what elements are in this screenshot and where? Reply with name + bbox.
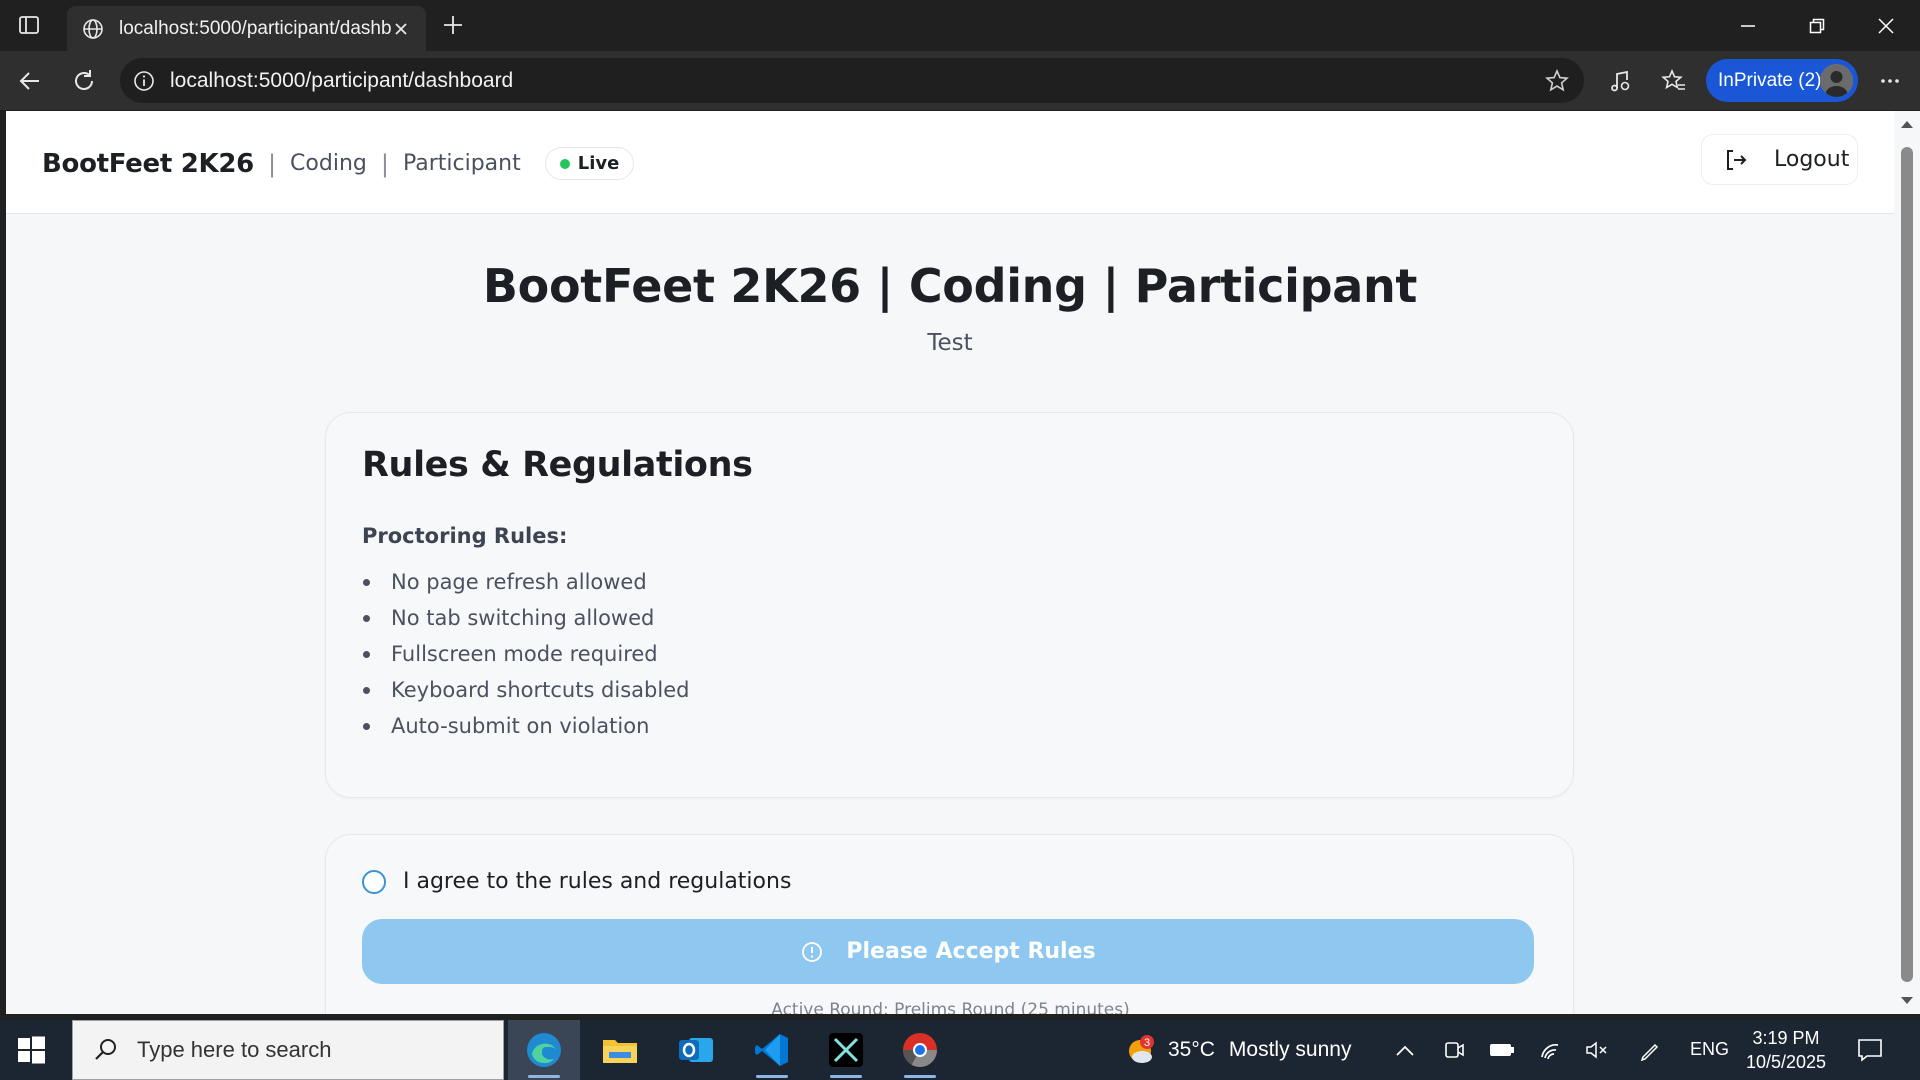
close-window-icon[interactable] <box>1851 0 1920 51</box>
volume-muted-icon[interactable] <box>1584 1037 1610 1063</box>
windows-start-icon[interactable] <box>16 1035 46 1065</box>
list-item: Keyboard shortcuts disabled <box>362 672 689 708</box>
clock-time: 3:19 PM <box>1752 1028 1820 1048</box>
agree-checkbox[interactable] <box>362 869 386 894</box>
notifications-icon[interactable] <box>1857 1037 1883 1063</box>
list-item: No tab switching allowed <box>362 600 689 636</box>
media-control-icon[interactable] <box>1604 65 1636 97</box>
taskbar-vscode-icon[interactable] <box>736 1020 808 1080</box>
live-dot-icon <box>559 158 570 169</box>
page-subtitle: Test <box>927 330 973 356</box>
breadcrumb-role: Participant <box>402 151 521 176</box>
logout-button[interactable]: Logout <box>1701 134 1858 185</box>
scroll-down-icon[interactable] <box>1900 996 1914 1006</box>
taskbar-outlook-icon[interactable] <box>660 1020 732 1080</box>
live-label: Live <box>577 153 620 174</box>
taskbar-edge-icon[interactable] <box>508 1020 580 1080</box>
scroll-up-icon[interactable] <box>1900 119 1914 129</box>
breadcrumb: BootFeet 2K26 | Coding | Participant Liv… <box>42 147 635 180</box>
back-icon[interactable] <box>14 65 46 97</box>
browser-tab-bar: localhost:5000/participant/dashboard <box>0 0 1920 51</box>
address-bar-row: localhost:5000/participant/dashboard InP… <box>0 51 1920 110</box>
taskbar-chrome-dev-icon[interactable] <box>884 1020 956 1080</box>
tab-actions-icon[interactable] <box>14 10 44 40</box>
scrollbar-thumb[interactable] <box>1901 147 1913 982</box>
windows-taskbar: Type here to search 3 35°C Mostly sunny … <box>0 1020 1920 1080</box>
rule-text: Fullscreen mode required <box>391 642 658 666</box>
agree-checkbox-row[interactable]: I agree to the rules and regulations <box>362 869 791 894</box>
rule-text: Auto-submit on violation <box>391 714 650 738</box>
rule-text: Keyboard shortcuts disabled <box>391 678 690 702</box>
weather-sun-icon: 3 <box>1129 1035 1154 1063</box>
brand-name[interactable]: BootFeet 2K26 <box>42 149 254 179</box>
battery-icon[interactable] <box>1489 1037 1515 1063</box>
clock-date: 10/5/2025 <box>1745 1052 1827 1072</box>
language-indicator[interactable]: ENG <box>1690 1039 1729 1060</box>
meet-now-icon[interactable] <box>1441 1037 1467 1063</box>
inprivate-button[interactable]: InPrivate (2) <box>1706 59 1858 102</box>
search-placeholder: Type here to search <box>137 1037 332 1062</box>
chevron-up-icon[interactable] <box>1392 1037 1418 1063</box>
rule-text: No page refresh allowed <box>391 570 647 594</box>
alert-circle-icon <box>802 941 823 962</box>
rule-text: No tab switching allowed <box>391 606 655 630</box>
url-text: localhost:5000/participant/dashboard <box>170 68 514 92</box>
favorites-icon[interactable] <box>1658 65 1690 97</box>
active-round-text: Active Round: Prelims Round (25 minutes) <box>771 1000 1130 1014</box>
browser-tab[interactable]: localhost:5000/participant/dashboard <box>67 6 426 51</box>
avatar <box>1820 64 1853 97</box>
weather-badge: 3 <box>1144 1037 1150 1049</box>
close-tab-icon[interactable] <box>390 18 412 40</box>
more-menu-icon[interactable] <box>1874 65 1906 97</box>
list-item: Fullscreen mode required <box>362 636 689 672</box>
minimize-icon[interactable] <box>1713 0 1782 51</box>
breadcrumb-separator: | <box>380 149 389 178</box>
accept-rules-button[interactable]: Please Accept Rules <box>362 919 1534 984</box>
url-field[interactable]: localhost:5000/participant/dashboard <box>120 58 1584 103</box>
breadcrumb-separator: | <box>267 149 277 178</box>
pen-icon[interactable] <box>1637 1037 1663 1063</box>
favorite-star-icon[interactable] <box>1544 68 1570 94</box>
proctoring-rules-label: Proctoring Rules: <box>362 524 568 548</box>
weather-condition: Mostly sunny <box>1228 1038 1352 1061</box>
accept-rules-label: Please Accept Rules <box>846 939 1096 964</box>
rules-list: No page refresh allowed No tab switching… <box>362 564 689 744</box>
weather-temperature: 35°C <box>1168 1038 1215 1061</box>
wifi-icon[interactable] <box>1538 1037 1564 1063</box>
taskbar-file-explorer-icon[interactable] <box>584 1020 656 1080</box>
list-item: Auto-submit on violation <box>362 708 689 744</box>
weather-widget[interactable]: 3 35°C Mostly sunny <box>1124 1020 1351 1080</box>
list-item: No page refresh allowed <box>362 564 689 600</box>
live-status-badge: Live <box>544 147 635 180</box>
page-viewport: BootFeet 2K26 | Coding | Participant Liv… <box>6 111 1894 1014</box>
site-info-icon[interactable] <box>132 69 156 93</box>
agree-label[interactable]: I agree to the rules and regulations <box>403 869 791 894</box>
taskbar-clock[interactable]: 3:19 PM 10/5/2025 <box>1740 1026 1832 1074</box>
logout-label: Logout <box>1774 147 1850 172</box>
taskbar-cursor-icon[interactable] <box>810 1020 882 1080</box>
tab-title: localhost:5000/participant/dashboard <box>119 17 391 39</box>
agreement-card: I agree to the rules and regulations Ple… <box>325 834 1574 1014</box>
rules-card: Rules & Regulations Proctoring Rules: No… <box>325 412 1574 798</box>
restore-icon[interactable] <box>1782 0 1851 51</box>
inprivate-label: InPrivate (2) <box>1718 69 1822 91</box>
refresh-icon[interactable] <box>68 65 100 97</box>
app-header: BootFeet 2K26 | Coding | Participant Liv… <box>6 111 1894 214</box>
logout-icon <box>1727 149 1747 170</box>
rules-heading: Rules & Regulations <box>362 445 753 485</box>
taskbar-search[interactable]: Type here to search <box>72 1020 504 1080</box>
page-scrollbar[interactable] <box>1894 111 1920 1014</box>
breadcrumb-event-type: Coding <box>290 151 367 176</box>
new-tab-icon[interactable] <box>438 10 468 40</box>
page-title: BootFeet 2K26 | Coding | Participant <box>482 259 1418 313</box>
search-icon <box>95 1039 116 1060</box>
globe-icon <box>83 18 103 39</box>
